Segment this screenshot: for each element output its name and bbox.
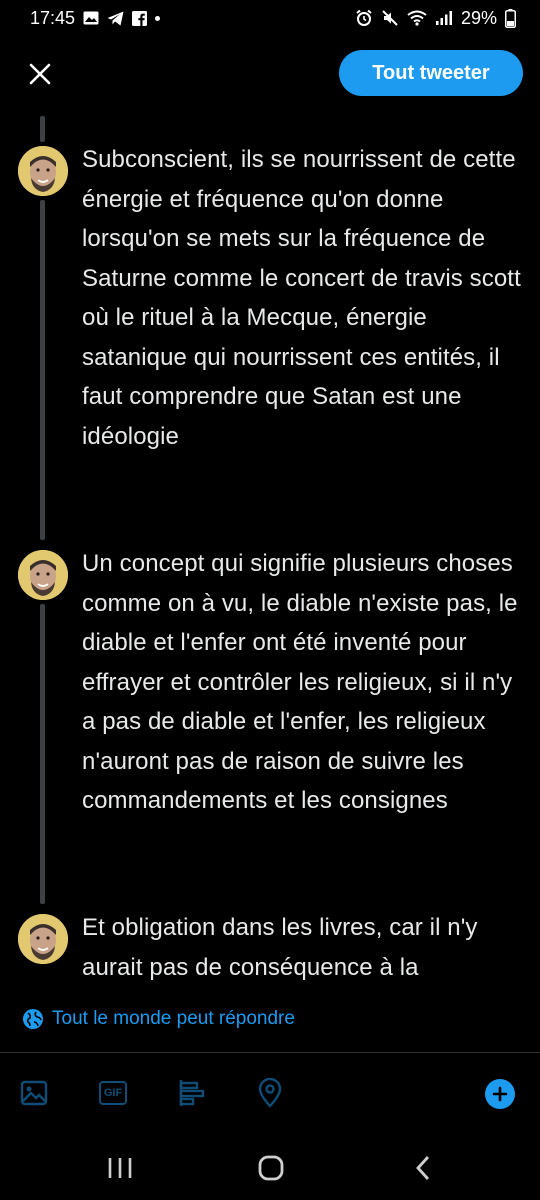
- back-icon: [416, 1156, 430, 1180]
- facebook-icon: [132, 10, 148, 26]
- status-left: 17:45: [30, 7, 161, 29]
- image-icon: [20, 1080, 48, 1106]
- gif-icon: GIF: [99, 1081, 127, 1105]
- recent-apps-button[interactable]: [90, 1151, 150, 1185]
- media-button[interactable]: [18, 1077, 50, 1109]
- recent-apps-icon: [108, 1158, 132, 1178]
- status-right: 29%: [355, 8, 516, 29]
- poll-button[interactable]: [176, 1077, 208, 1109]
- telegram-icon: [107, 11, 124, 26]
- compose-header: Tout tweeter: [0, 46, 540, 102]
- compose-toolbar: GIF: [0, 1053, 540, 1137]
- back-button[interactable]: [393, 1151, 453, 1185]
- location-icon: [258, 1078, 282, 1108]
- gif-button[interactable]: GIF: [97, 1077, 129, 1109]
- tweet-text[interactable]: Subconscient, ils se nourrissent de cett…: [82, 140, 527, 456]
- tweet-text[interactable]: Et obligation dans les livres, car il n'…: [82, 908, 527, 987]
- reply-setting-label: Tout le monde peut répondre: [52, 1008, 295, 1029]
- globe-icon: [23, 1009, 43, 1029]
- dot-icon: [155, 15, 161, 21]
- battery-icon: [505, 8, 516, 28]
- location-button[interactable]: [254, 1077, 286, 1109]
- thread-line: [40, 604, 45, 904]
- android-nav-bar: [0, 1137, 540, 1200]
- wifi-icon: [407, 10, 427, 26]
- reply-setting-button[interactable]: Tout le monde peut répondre: [22, 1004, 295, 1034]
- home-icon: [258, 1155, 284, 1181]
- avatar: [18, 550, 68, 600]
- image-icon: [83, 11, 99, 25]
- status-time: 17:45: [30, 7, 76, 28]
- mute-icon: [381, 9, 399, 27]
- poll-icon: [179, 1080, 205, 1106]
- avatar: [18, 146, 68, 196]
- close-button[interactable]: [22, 56, 58, 92]
- add-tweet-button[interactable]: [485, 1079, 515, 1109]
- gif-label: GIF: [103, 1087, 123, 1099]
- thread-line: [40, 116, 45, 142]
- status-bar: 17:45 29%: [0, 0, 540, 36]
- close-icon: [29, 63, 51, 85]
- battery-percent: 29%: [460, 7, 497, 28]
- thread-line: [40, 200, 45, 540]
- alarm-icon: [355, 9, 373, 27]
- tweet-text[interactable]: Un concept qui signifie plusieurs choses…: [82, 544, 527, 821]
- signal-icon: [435, 10, 453, 26]
- avatar: [18, 914, 68, 964]
- tweet-all-button[interactable]: Tout tweeter: [339, 50, 523, 96]
- add-icon: [492, 1086, 508, 1102]
- home-button[interactable]: [241, 1151, 301, 1185]
